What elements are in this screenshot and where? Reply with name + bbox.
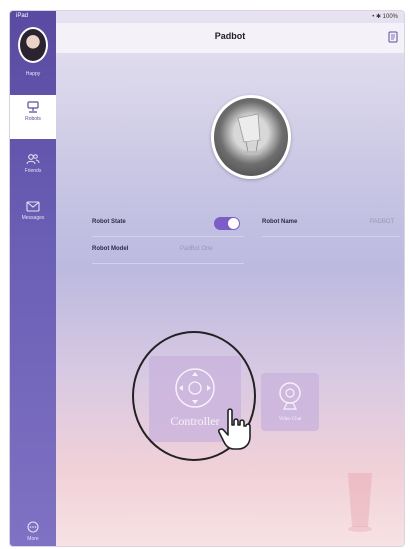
padbot-image-icon — [237, 113, 261, 155]
video-chat-button[interactable]: Video Chat — [261, 373, 319, 431]
divider — [92, 236, 244, 237]
main-content: Padbot Robot State Robot Name PADBOT Rob… — [56, 11, 404, 546]
sidebar-item-label: Robots — [25, 116, 41, 122]
user-profile[interactable]: Happy — [10, 27, 56, 77]
divider — [262, 236, 400, 237]
robot-name-label: Robot Name — [262, 219, 298, 225]
more-icon — [27, 521, 39, 533]
hand-pointer-icon — [218, 408, 251, 450]
status-bar: iPad • ✱ 100% — [10, 11, 404, 23]
divider — [92, 263, 244, 264]
robot-photo — [211, 95, 291, 179]
ipad-screen: iPad • ✱ 100% Happy Robots Friends Messa… — [9, 10, 405, 547]
sidebar: Happy Robots Friends Messages More — [10, 11, 56, 546]
sidebar-item-more[interactable]: More — [10, 515, 56, 545]
robot-state-toggle[interactable] — [214, 217, 240, 230]
sidebar-item-label: More — [27, 536, 39, 542]
robot-icon — [27, 101, 39, 113]
sidebar-item-robots[interactable]: Robots — [10, 95, 56, 139]
page-title: Padbot — [214, 31, 246, 41]
document-icon[interactable] — [388, 31, 398, 43]
sidebar-item-label: Messages — [21, 215, 45, 221]
user-name: Happy — [25, 71, 41, 77]
avatar[interactable] — [18, 27, 48, 63]
friends-icon — [26, 154, 40, 165]
robot-model-label: Robot Model — [92, 246, 129, 252]
robot-model-value: PadBot One — [180, 246, 213, 252]
battery-status: • ✱ 100% — [372, 14, 398, 20]
toggle-knob — [228, 218, 239, 229]
glass-decoration-icon — [348, 473, 372, 532]
carrier-text: iPad — [16, 13, 29, 19]
mail-icon — [26, 201, 40, 212]
sidebar-item-label: Friends — [24, 168, 42, 174]
video-chat-label: Video Chat — [278, 417, 302, 422]
robot-state-label: Robot State — [92, 219, 126, 225]
robot-name-value[interactable]: PADBOT — [370, 219, 394, 225]
webcam-icon — [279, 382, 301, 410]
sidebar-item-messages[interactable]: Messages — [10, 195, 56, 239]
sidebar-item-friends[interactable]: Friends — [10, 147, 56, 191]
